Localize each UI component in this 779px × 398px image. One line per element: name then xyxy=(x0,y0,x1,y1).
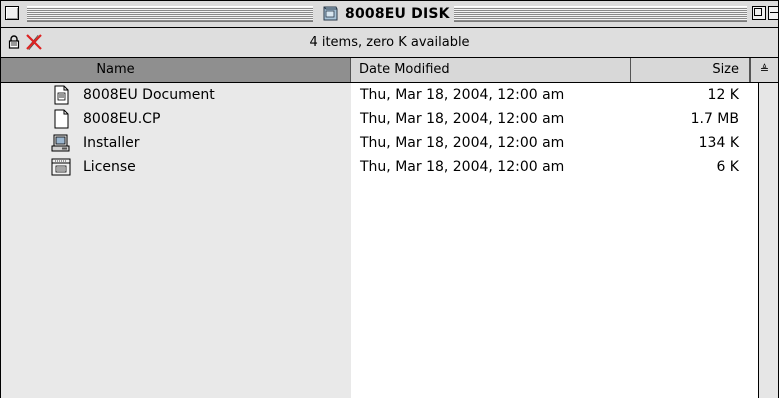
list-item[interactable]: Installer Thu, Mar 18, 2004, 12:00 am 13… xyxy=(1,131,758,155)
sort-direction-button[interactable]: ≜ xyxy=(750,58,778,82)
file-size: 12 K xyxy=(707,87,739,103)
file-name: Installer xyxy=(83,135,140,151)
title-stripes-left xyxy=(27,6,313,22)
list-item[interactable]: License Thu, Mar 18, 2004, 12:00 am 6 K xyxy=(1,155,758,179)
info-bar: 4 items, zero K available xyxy=(1,28,778,58)
list-item[interactable]: 8008EU Document Thu, Mar 18, 2004, 12:00… xyxy=(1,83,758,107)
items-available-text: 4 items, zero K available xyxy=(309,35,470,50)
file-name: 8008EU.CP xyxy=(83,111,161,127)
title-bar[interactable]: 8008EU DISK xyxy=(1,1,778,28)
window-title-group: 8008EU DISK xyxy=(321,4,450,24)
list-item[interactable]: 8008EU.CP Thu, Mar 18, 2004, 12:00 am 1.… xyxy=(1,107,758,131)
file-name: 8008EU Document xyxy=(83,87,215,103)
column-header-size[interactable]: Size xyxy=(631,58,750,82)
column-header-name[interactable]: Name xyxy=(1,58,351,82)
window-title: 8008EU DISK xyxy=(345,6,450,22)
column-header-bar: Name Date Modified Size ≜ xyxy=(1,58,778,83)
file-date: Thu, Mar 18, 2004, 12:00 am xyxy=(360,159,565,175)
title-stripes-right xyxy=(454,6,747,22)
document-icon xyxy=(54,85,69,105)
file-size: 1.7 MB xyxy=(690,111,739,127)
vertical-scrollbar[interactable] xyxy=(758,83,778,398)
license-icon xyxy=(51,158,71,176)
zoom-box[interactable] xyxy=(752,6,766,20)
file-name: License xyxy=(83,159,136,175)
file-date: Thu, Mar 18, 2004, 12:00 am xyxy=(360,111,565,127)
installer-icon xyxy=(51,134,70,152)
collapse-box[interactable] xyxy=(768,6,778,20)
file-list: 8008EU Document Thu, Mar 18, 2004, 12:00… xyxy=(1,83,758,398)
blank-file-icon xyxy=(54,109,69,129)
disk-icon xyxy=(323,6,338,21)
file-date: Thu, Mar 18, 2004, 12:00 am xyxy=(360,87,565,103)
finder-window: 8008EU DISK 4 items, zero K available Na… xyxy=(0,0,779,398)
file-date: Thu, Mar 18, 2004, 12:00 am xyxy=(360,135,565,151)
file-size: 134 K xyxy=(698,135,739,151)
column-header-date-modified[interactable]: Date Modified xyxy=(351,58,631,82)
file-size: 6 K xyxy=(716,159,739,175)
close-box[interactable] xyxy=(5,6,19,20)
